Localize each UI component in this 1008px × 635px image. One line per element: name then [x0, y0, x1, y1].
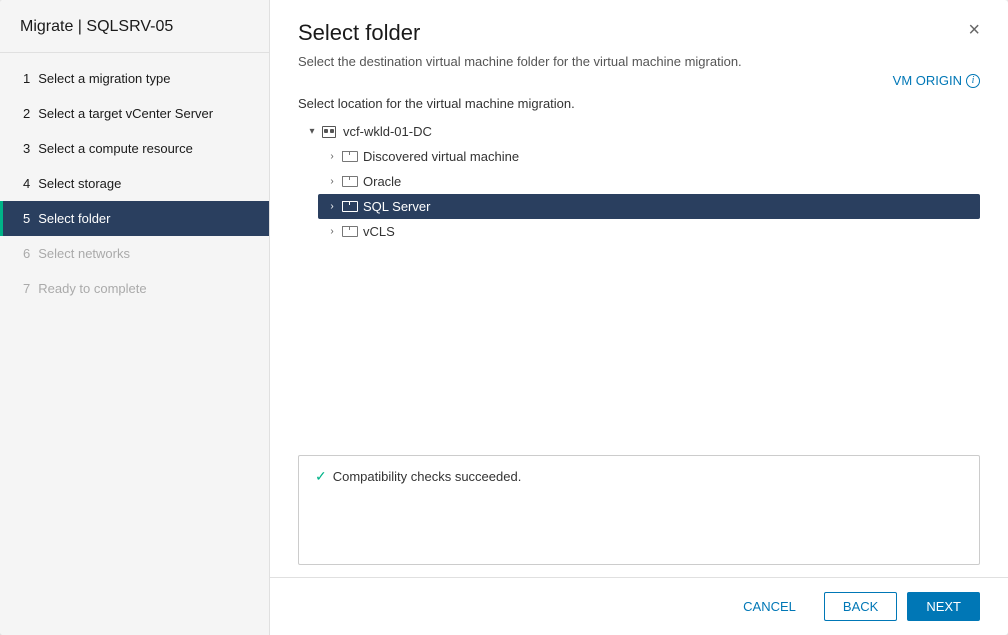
tree-item-label: SQL Server	[363, 199, 974, 214]
info-icon: i	[966, 74, 980, 88]
tree-item-label: vcf-wkld-01-DC	[343, 124, 974, 139]
back-button[interactable]: BACK	[824, 592, 897, 621]
step-label: Select a compute resource	[38, 141, 193, 156]
panel-title: Select folder	[298, 20, 420, 46]
tree-item-root[interactable]: ▾ vcf-wkld-01-DC	[298, 119, 980, 144]
close-button[interactable]: ×	[968, 20, 980, 40]
step-num: 4	[23, 176, 30, 191]
vm-origin-link[interactable]: VM ORIGIN i	[893, 73, 980, 88]
step-label: Select networks	[38, 246, 130, 261]
sidebar-step-6: 6 Select networks	[0, 236, 269, 271]
step-label: Select folder	[38, 211, 110, 226]
tree-item[interactable]: › Oracle	[318, 169, 980, 194]
tree-children-container: › Discovered virtual machine › Oracle › …	[298, 144, 980, 244]
main-header: Select folder ×	[270, 0, 1008, 46]
tree-root: ▾ vcf-wkld-01-DC › Discovered virtual ma…	[298, 119, 980, 244]
migrate-dialog: Migrate | SQLSRV-05 1 Select a migration …	[0, 0, 1008, 635]
next-button[interactable]: NEXT	[907, 592, 980, 621]
sidebar-step-3[interactable]: 3 Select a compute resource	[0, 131, 269, 166]
panel-subtitle: Select the destination virtual machine f…	[270, 46, 1008, 69]
folder-icon	[340, 201, 358, 212]
sidebar-step-1[interactable]: 1 Select a migration type	[0, 61, 269, 96]
step-label: Select a migration type	[38, 71, 170, 86]
sidebar-step-2[interactable]: 2 Select a target vCenter Server	[0, 96, 269, 131]
step-num: 1	[23, 71, 30, 86]
folder-icon	[340, 226, 358, 237]
datacenter-icon	[320, 126, 338, 138]
check-icon: ✓	[315, 468, 327, 485]
select-location-label: Select location for the virtual machine …	[270, 96, 1008, 119]
tree-container: ▾ vcf-wkld-01-DC › Discovered virtual ma…	[270, 119, 1008, 443]
step-num: 5	[23, 211, 30, 226]
step-label: Select a target vCenter Server	[38, 106, 213, 121]
chevron-right-icon: ›	[324, 226, 340, 237]
vm-origin-row: VM ORIGIN i	[270, 69, 1008, 96]
dialog-title: Migrate | SQLSRV-05	[0, 0, 269, 53]
tree-item-label: Discovered virtual machine	[363, 149, 974, 164]
folder-icon	[340, 151, 358, 162]
step-label: Select storage	[38, 176, 121, 191]
step-label: Ready to complete	[38, 281, 146, 296]
tree-item[interactable]: › vCLS	[318, 219, 980, 244]
compatibility-box: ✓ Compatibility checks succeeded.	[298, 455, 980, 565]
sidebar-step-7: 7 Ready to complete	[0, 271, 269, 306]
main-panel: Select folder × Select the destination v…	[270, 0, 1008, 635]
steps-list: 1 Select a migration type 2 Select a target…	[0, 53, 269, 314]
sidebar-step-5[interactable]: 5 Select folder	[0, 201, 269, 236]
chevron-down-icon: ▾	[304, 126, 320, 137]
folder-icon	[340, 176, 358, 187]
compat-success-row: ✓ Compatibility checks succeeded.	[315, 468, 963, 485]
vm-origin-label: VM ORIGIN	[893, 73, 962, 88]
tree-item[interactable]: › Discovered virtual machine	[318, 144, 980, 169]
compat-message: Compatibility checks succeeded.	[333, 469, 522, 484]
tree-item[interactable]: › SQL Server	[318, 194, 980, 219]
tree-item-label: Oracle	[363, 174, 974, 189]
sidebar: Migrate | SQLSRV-05 1 Select a migration …	[0, 0, 270, 635]
step-num: 7	[23, 281, 30, 296]
cancel-button[interactable]: CANCEL	[725, 593, 814, 620]
sidebar-step-4[interactable]: 4 Select storage	[0, 166, 269, 201]
step-num: 6	[23, 246, 30, 261]
tree-children: › Discovered virtual machine › Oracle › …	[298, 144, 980, 244]
chevron-right-icon: ›	[324, 151, 340, 162]
tree-item-label: vCLS	[363, 224, 974, 239]
chevron-right-icon: ›	[324, 201, 340, 212]
footer: CANCEL BACK NEXT	[270, 577, 1008, 635]
chevron-right-icon: ›	[324, 176, 340, 187]
step-num: 3	[23, 141, 30, 156]
step-num: 2	[23, 106, 30, 121]
